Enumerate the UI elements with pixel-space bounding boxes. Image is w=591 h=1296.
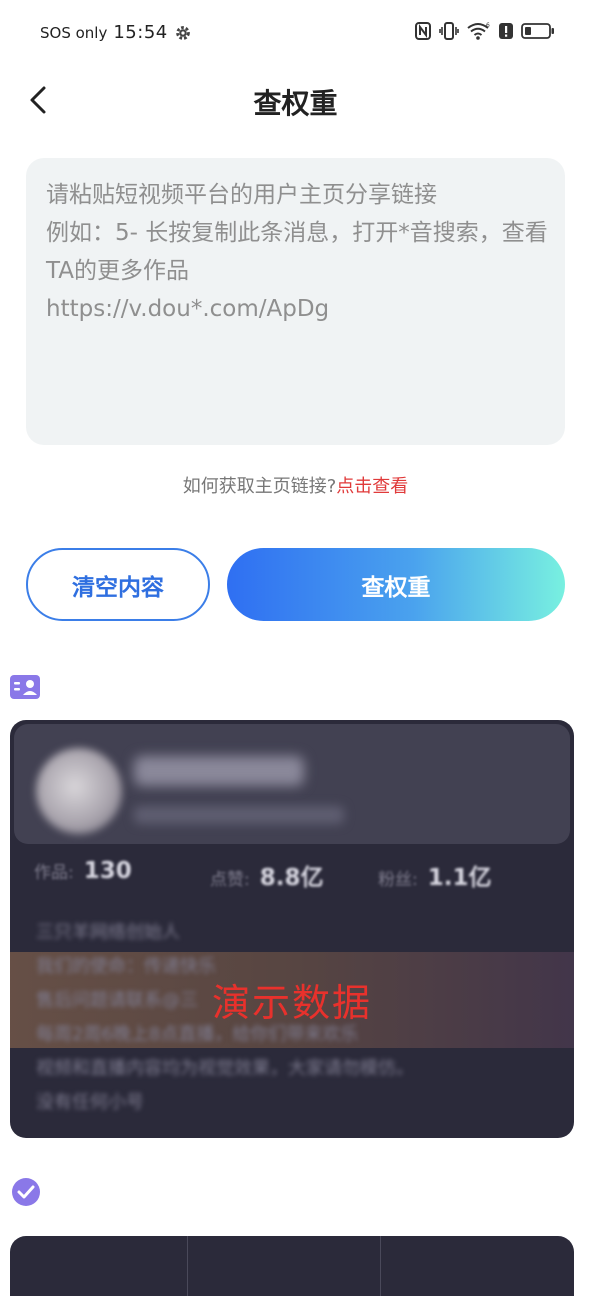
help-line: 如何获取主页链接?点击查看 xyxy=(0,472,591,498)
stat-value: 130 xyxy=(83,858,132,884)
bio-line: 视频和直播内容均为视觉效果，大家请勿模仿。 xyxy=(36,1058,414,1079)
carrier-text: SOS only xyxy=(40,23,108,42)
bio-line: 三只羊网络创始人 xyxy=(36,922,180,943)
stat-label: 作品: xyxy=(34,863,74,883)
help-question: 如何获取主页链接? xyxy=(182,476,337,497)
profile-card: 作品: 130 点赞: 8.8亿 粉丝: 1.1亿 三只羊网络创始人 我们的使命… xyxy=(10,720,574,1138)
svg-text:6: 6 xyxy=(486,22,490,29)
bio-line: 没有任何小号 xyxy=(36,1092,144,1113)
stat-value: 8.8亿 xyxy=(259,865,324,891)
alert-icon xyxy=(499,23,513,39)
divider xyxy=(187,1236,188,1296)
link-input-container xyxy=(26,158,565,445)
status-bar: SOS only 15:54 6 xyxy=(0,0,591,64)
stat-value: 1.1亿 xyxy=(427,865,492,891)
divider xyxy=(380,1236,381,1296)
stat-label: 粉丝: xyxy=(378,870,418,890)
clock: 15:54 xyxy=(113,22,168,43)
clear-button[interactable]: 清空内容 xyxy=(26,548,210,621)
result-card xyxy=(10,1236,574,1296)
gear-icon xyxy=(175,25,190,40)
demo-data-label: 演示数据 xyxy=(211,981,372,1025)
page-title: 查权重 xyxy=(253,87,338,120)
battery-icon xyxy=(521,23,554,39)
link-input[interactable] xyxy=(44,174,553,433)
profile-header xyxy=(14,724,570,844)
stat-label: 点赞: xyxy=(210,870,250,890)
profile-stats: 作品: 130 点赞: 8.8亿 粉丝: 1.1亿 xyxy=(34,858,554,894)
check-circle-icon xyxy=(12,1178,40,1206)
vibrate-icon xyxy=(439,22,459,40)
stat-fans: 粉丝: 1.1亿 xyxy=(378,858,491,892)
blurred-username xyxy=(134,756,304,786)
stat-likes: 点赞: 8.8亿 xyxy=(210,858,323,892)
check-weight-button[interactable]: 查权重 xyxy=(227,548,565,621)
header: 查权重 xyxy=(0,64,591,136)
wifi-icon: 6 xyxy=(467,22,490,40)
status-right: 6 xyxy=(415,22,555,40)
id-card-icon xyxy=(10,675,40,699)
blurred-user-id xyxy=(134,806,344,824)
avatar xyxy=(36,748,122,834)
help-link[interactable]: 点击查看 xyxy=(336,476,408,497)
stat-works: 作品: 130 xyxy=(34,858,132,884)
nfc-icon xyxy=(415,22,431,40)
status-left: SOS only 15:54 xyxy=(40,22,192,43)
